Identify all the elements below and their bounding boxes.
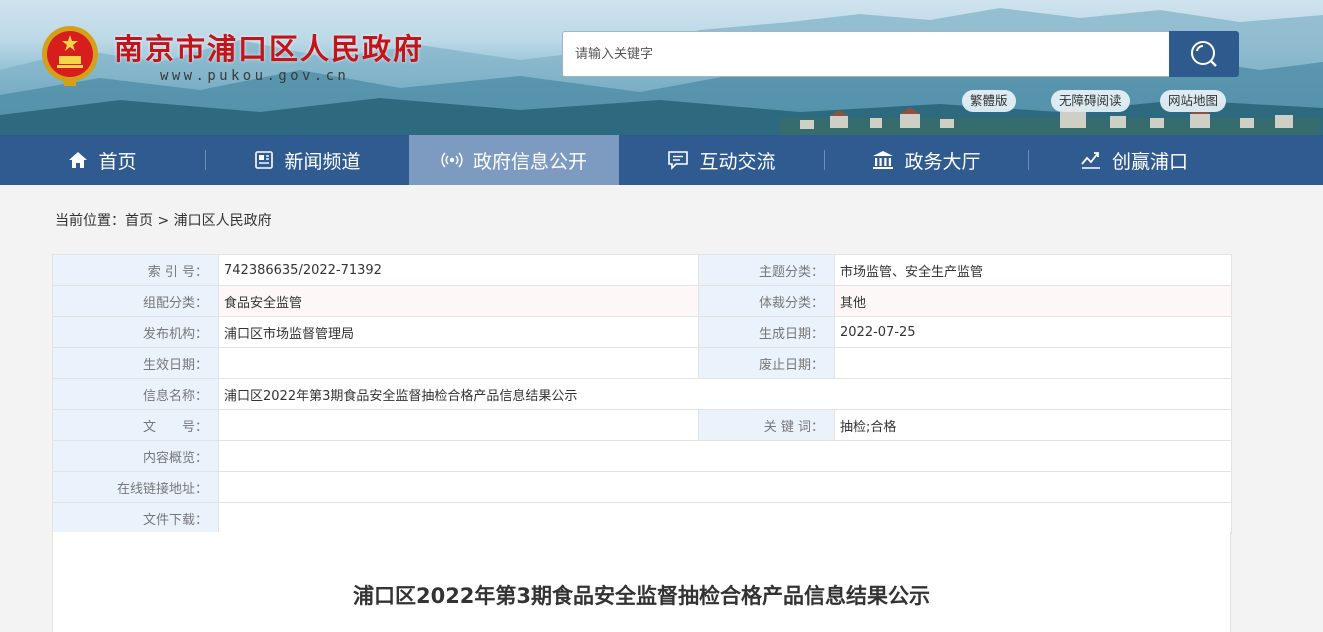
table-row: 文 号： 关 键 词： 抽检;合格 [52, 409, 1232, 441]
nav-win-pukou[interactable]: 创赢浦口 [1029, 135, 1239, 185]
created-date-label: 生成日期： [698, 316, 835, 348]
group-label: 组配分类： [52, 285, 219, 317]
header-banner: 南京市浦口区人民政府 www.pukou.gov.cn 繁體版 无障碍阅读 网站… [0, 0, 1323, 135]
online-link-value[interactable] [218, 471, 1232, 503]
nav-news[interactable]: 新闻频道 [206, 135, 409, 185]
nav-service-hall[interactable]: 政务大厅 [825, 135, 1028, 185]
government-building-icon [873, 151, 894, 169]
table-row: 信息名称： 浦口区2022年第3期食品安全监督抽检合格产品信息结果公示 [52, 378, 1232, 410]
nav-label: 政府信息公开 [472, 150, 587, 173]
news-icon [255, 151, 274, 169]
summary-value [218, 440, 1232, 472]
nav-label: 政务大厅 [904, 150, 981, 173]
search-box [562, 31, 1239, 77]
site-title[interactable]: 南京市浦口区人民政府 [114, 26, 424, 68]
doc-no-value [218, 409, 699, 441]
search-button[interactable] [1169, 31, 1239, 77]
nav-gov-info[interactable]: 政府信息公开 [409, 135, 619, 185]
created-date-value: 2022-07-25 [834, 316, 1232, 348]
search-input[interactable] [563, 32, 1187, 76]
nav-label: 首页 [98, 150, 137, 173]
doc-no-label: 文 号： [52, 409, 219, 441]
table-row: 发布机构： 浦口区市场监督管理局 生成日期： 2022-07-25 [52, 316, 1232, 348]
expired-date-value [834, 347, 1232, 379]
chart-icon [1081, 152, 1100, 169]
keywords-value: 抽检;合格 [834, 409, 1232, 441]
traditional-chinese-link[interactable]: 繁體版 [962, 90, 1016, 112]
breadcrumb: 当前位置：首页 > 浦口区人民政府 [55, 210, 272, 230]
table-row: 内容概览： [52, 440, 1232, 472]
table-row: 组配分类： 食品安全监管 体裁分类： 其他 [52, 285, 1232, 317]
table-row: 生效日期： 废止日期： [52, 347, 1232, 379]
nav-label: 互动交流 [699, 150, 776, 173]
group-value: 食品安全监管 [218, 285, 699, 317]
publisher-value: 浦口区市场监督管理局 [218, 316, 699, 348]
nav-home[interactable]: 首页 [0, 135, 205, 185]
download-label: 文件下载： [52, 502, 219, 534]
search-icon [1191, 41, 1217, 67]
info-name-label: 信息名称： [52, 378, 219, 410]
index-no-value: 742386635/2022-71392 [218, 254, 699, 286]
table-row: 索 引 号： 742386635/2022-71392 主题分类： 市场监管、安… [52, 254, 1232, 286]
article-title: 浦口区2022年第3期食品安全监督抽检合格产品信息结果公示 [352, 584, 931, 608]
home-icon [69, 152, 88, 168]
breadcrumb-prefix: 当前位置： [55, 213, 125, 229]
article-content: 浦口区2022年第3期食品安全监督抽检合格产品信息结果公示 [52, 532, 1231, 632]
table-row: 文件下载： [52, 502, 1232, 534]
topic-value: 市场监管、安全生产监管 [834, 254, 1232, 286]
summary-label: 内容概览： [52, 440, 219, 472]
breadcrumb-current-link[interactable]: 浦口区人民政府 [174, 213, 272, 229]
index-no-label: 索 引 号： [52, 254, 219, 286]
info-name-value: 浦口区2022年第3期食品安全监督抽检合格产品信息结果公示 [218, 378, 1232, 410]
publisher-label: 发布机构： [52, 316, 219, 348]
online-link-label: 在线链接地址： [52, 471, 219, 503]
effective-date-value [218, 347, 699, 379]
genre-label: 体裁分类： [698, 285, 835, 317]
genre-value: 其他 [834, 285, 1232, 317]
nav-interaction[interactable]: 互动交流 [619, 135, 824, 185]
site-url: www.pukou.gov.cn [160, 68, 350, 84]
chat-icon [668, 151, 689, 170]
expired-date-label: 废止日期： [698, 347, 835, 379]
keywords-label: 关 键 词： [698, 409, 835, 441]
info-metadata-table: 索 引 号： 742386635/2022-71392 主题分类： 市场监管、安… [52, 254, 1232, 534]
accessibility-reading-link[interactable]: 无障碍阅读 [1051, 90, 1130, 112]
site-map-link[interactable]: 网站地图 [1160, 90, 1227, 112]
download-value[interactable] [218, 502, 1232, 534]
breadcrumb-home-link[interactable]: 首页 [125, 213, 153, 229]
nav-label: 新闻频道 [284, 150, 361, 173]
table-row: 在线链接地址： [52, 471, 1232, 503]
topic-label: 主题分类： [698, 254, 835, 286]
national-emblem-icon [42, 26, 98, 86]
main-nav: 首页 新闻频道 政府信息公开 互动交流 政务大厅 创赢浦口 [0, 135, 1323, 185]
nav-label: 创赢浦口 [1111, 150, 1188, 173]
effective-date-label: 生效日期： [52, 347, 219, 379]
breadcrumb-separator: > [157, 213, 170, 229]
broadcast-icon [441, 152, 463, 168]
